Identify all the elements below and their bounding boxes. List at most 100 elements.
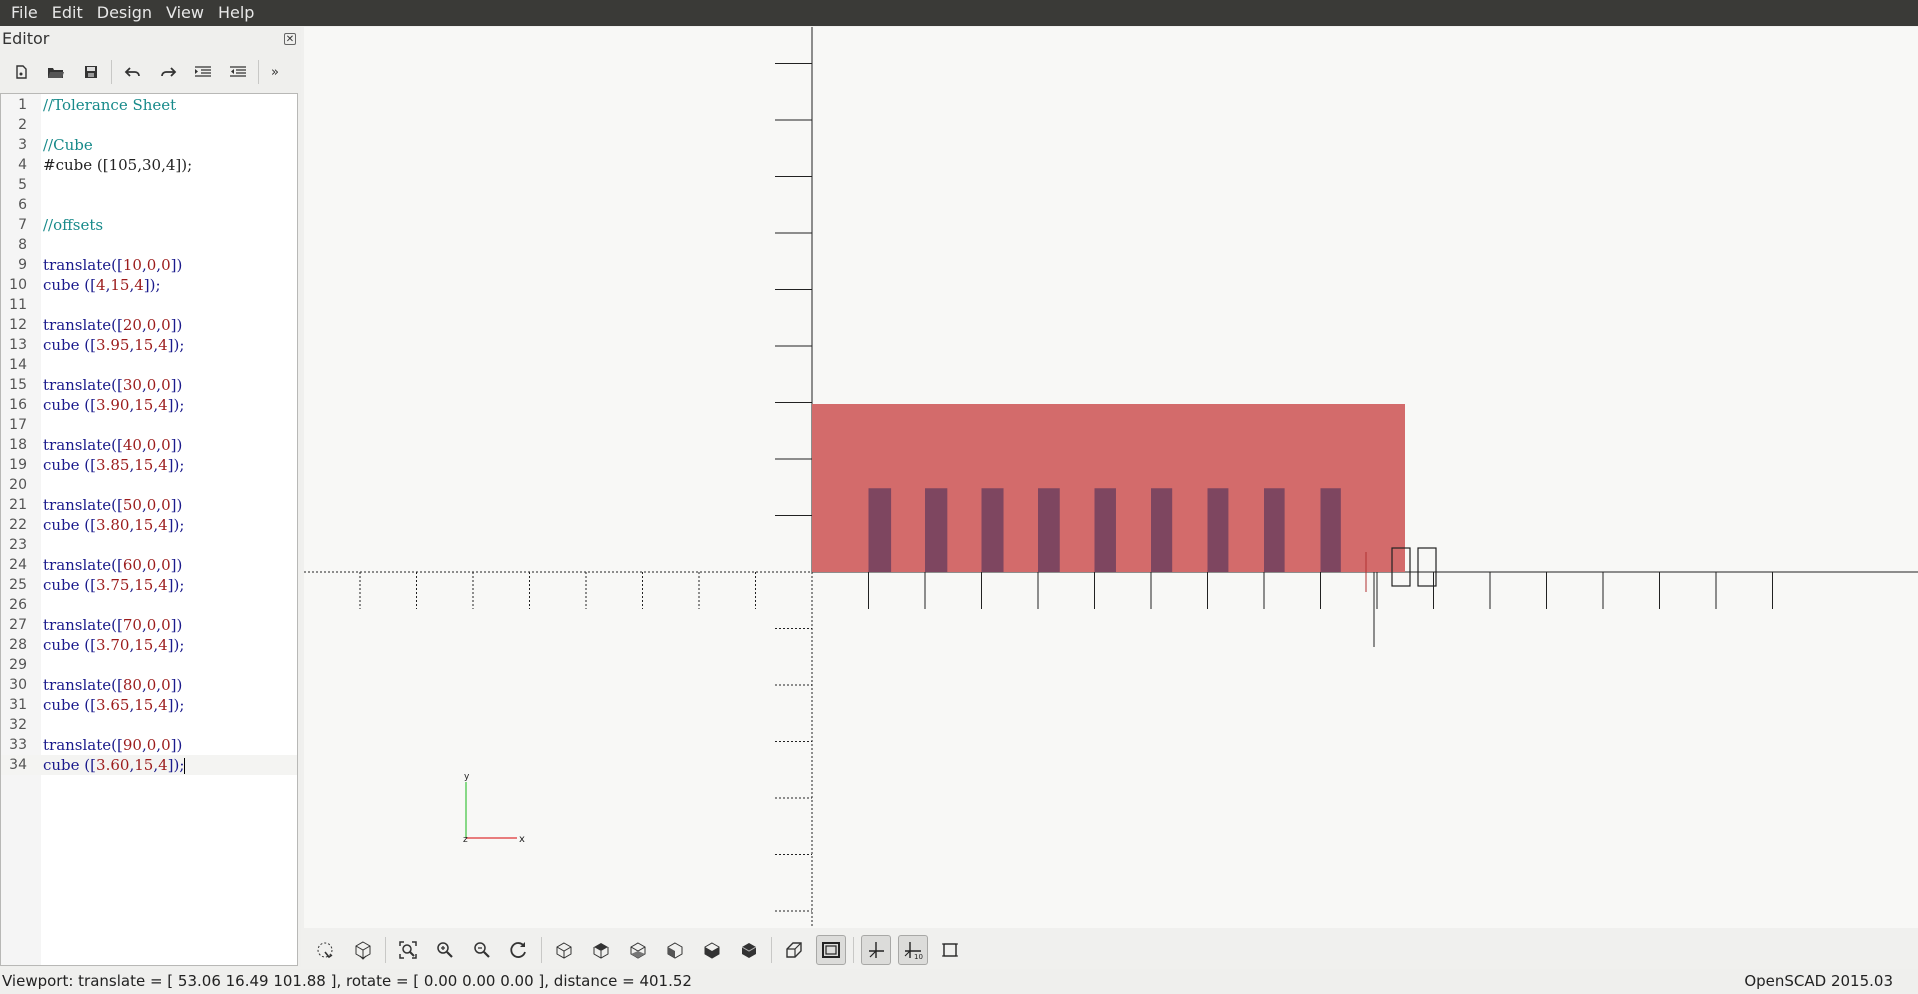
- code-line[interactable]: 7 //offsets: [1, 215, 297, 235]
- tolerance-cutout: [1038, 488, 1060, 572]
- menu-edit[interactable]: Edit: [45, 0, 90, 26]
- code-line[interactable]: 31 cube ([3.65,15,4]);: [1, 695, 297, 715]
- code-line[interactable]: 4 #cube ([105,30,4]);: [1, 155, 297, 175]
- line-number: 33: [9, 737, 27, 753]
- line-number: 21: [9, 497, 27, 513]
- back-view-icon[interactable]: [734, 935, 764, 965]
- code-line[interactable]: 23: [1, 535, 297, 555]
- code-line[interactable]: 3 //Cube: [1, 135, 297, 155]
- redo-icon[interactable]: [154, 58, 182, 86]
- svg-text:10: 10: [914, 953, 923, 960]
- perspective-icon[interactable]: [779, 935, 809, 965]
- show-scale-markers-icon[interactable]: 10: [898, 935, 928, 965]
- tolerance-cutout: [1151, 488, 1173, 572]
- code-line[interactable]: 10 cube ([4,15,4]);: [1, 275, 297, 295]
- code-line[interactable]: 28 cube ([3.70,15,4]);: [1, 635, 297, 655]
- line-number: 17: [9, 417, 27, 433]
- code-text: cube ([3.85,15,4]);: [43, 456, 185, 474]
- show-edges-icon[interactable]: [935, 935, 965, 965]
- code-line[interactable]: 18 translate([40,0,0]): [1, 435, 297, 455]
- code-line[interactable]: 26: [1, 595, 297, 615]
- code-line[interactable]: 16 cube ([3.90,15,4]);: [1, 395, 297, 415]
- editor-title: Editor: [2, 29, 50, 48]
- reset-view-icon[interactable]: [504, 935, 534, 965]
- code-line[interactable]: 2: [1, 115, 297, 135]
- code-line[interactable]: 30 translate([80,0,0]): [1, 675, 297, 695]
- code-line[interactable]: 6: [1, 195, 297, 215]
- tolerance-cutout: [1207, 488, 1229, 572]
- code-text: cube ([3.70,15,4]);: [43, 636, 185, 654]
- code-line[interactable]: 22 cube ([3.80,15,4]);: [1, 515, 297, 535]
- code-line[interactable]: 15 translate([30,0,0]): [1, 375, 297, 395]
- left-view-icon[interactable]: [660, 935, 690, 965]
- code-line[interactable]: 20: [1, 475, 297, 495]
- close-icon[interactable]: ✕: [284, 33, 296, 45]
- line-number: 29: [9, 657, 27, 673]
- menu-view[interactable]: View: [159, 0, 211, 26]
- open-file-icon[interactable]: [42, 58, 70, 86]
- line-number: 1: [18, 97, 27, 113]
- zoom-in-icon[interactable]: [430, 935, 460, 965]
- render-icon[interactable]: [348, 935, 378, 965]
- line-number: 2: [18, 117, 27, 133]
- code-line[interactable]: 1 //Tolerance Sheet: [1, 95, 297, 115]
- indent-icon[interactable]: [189, 58, 217, 86]
- menu-bar: File Edit Design View Help: [0, 0, 1918, 26]
- more-icon[interactable]: »: [266, 58, 284, 86]
- code-text: translate([30,0,0]): [43, 376, 183, 394]
- code-line[interactable]: 33 translate([90,0,0]): [1, 735, 297, 755]
- code-line[interactable]: 13 cube ([3.95,15,4]);: [1, 335, 297, 355]
- show-axes-icon[interactable]: [861, 935, 891, 965]
- view-all-icon[interactable]: [393, 935, 423, 965]
- toolbar-separator: [258, 60, 259, 84]
- tolerance-cutout: [925, 488, 948, 572]
- tolerance-cutout: [868, 488, 892, 572]
- code-line[interactable]: 25 cube ([3.75,15,4]);: [1, 575, 297, 595]
- new-file-icon[interactable]: [7, 58, 35, 86]
- code-line[interactable]: 14: [1, 355, 297, 375]
- top-view-icon[interactable]: [586, 935, 616, 965]
- menu-help[interactable]: Help: [211, 0, 261, 26]
- unindent-icon[interactable]: [224, 58, 252, 86]
- front-view-icon[interactable]: [697, 935, 727, 965]
- code-line[interactable]: 12 translate([20,0,0]): [1, 315, 297, 335]
- code-line[interactable]: 24 translate([60,0,0]): [1, 555, 297, 575]
- 3d-viewport[interactable]: y x z: [304, 27, 1918, 928]
- code-line[interactable]: 19 cube ([3.85,15,4]);: [1, 455, 297, 475]
- line-number: 23: [9, 537, 27, 553]
- orthogonal-icon[interactable]: [816, 935, 846, 965]
- code-line[interactable]: 29: [1, 655, 297, 675]
- menu-design[interactable]: Design: [90, 0, 159, 26]
- code-line[interactable]: 9 translate([10,0,0]): [1, 255, 297, 275]
- code-line[interactable]: 34 cube ([3.60,15,4]);: [1, 755, 297, 775]
- save-icon[interactable]: [77, 58, 105, 86]
- code-editor[interactable]: 1//Tolerance Sheet 2 3//Cube 4 #cube ([105,3…: [0, 93, 298, 966]
- code-line[interactable]: 21 translate([50,0,0]): [1, 495, 297, 515]
- app-version: OpenSCAD 2015.03: [1744, 972, 1893, 990]
- tolerance-cutout: [1094, 488, 1116, 572]
- menu-file[interactable]: File: [4, 0, 45, 26]
- code-text: translate([20,0,0]): [43, 316, 183, 334]
- code-text: cube ([3.60,15,4]);: [43, 756, 186, 774]
- zoom-out-icon[interactable]: [467, 935, 497, 965]
- code-text: cube ([3.75,15,4]);: [43, 576, 185, 594]
- code-line[interactable]: 5: [1, 175, 297, 195]
- code-line[interactable]: 17: [1, 415, 297, 435]
- line-number: 4: [18, 157, 27, 173]
- preview-icon[interactable]: [311, 935, 341, 965]
- line-number: 34: [9, 757, 27, 773]
- code-text: //Cube: [43, 136, 93, 154]
- code-line[interactable]: 32: [1, 715, 297, 735]
- right-view-icon[interactable]: [549, 935, 579, 965]
- axis-label-y: y: [464, 772, 470, 782]
- code-text: #cube ([105,30,4]);: [43, 156, 193, 174]
- undo-icon[interactable]: [119, 58, 147, 86]
- code-line[interactable]: 8: [1, 235, 297, 255]
- code-line[interactable]: 27 translate([70,0,0]): [1, 615, 297, 635]
- editor-toolbar: »: [0, 55, 301, 89]
- bottom-view-icon[interactable]: [623, 935, 653, 965]
- viewport-canvas[interactable]: y x z: [304, 27, 1918, 928]
- line-number: 10: [9, 277, 27, 293]
- code-line[interactable]: 11: [1, 295, 297, 315]
- text-cursor: [184, 758, 186, 774]
